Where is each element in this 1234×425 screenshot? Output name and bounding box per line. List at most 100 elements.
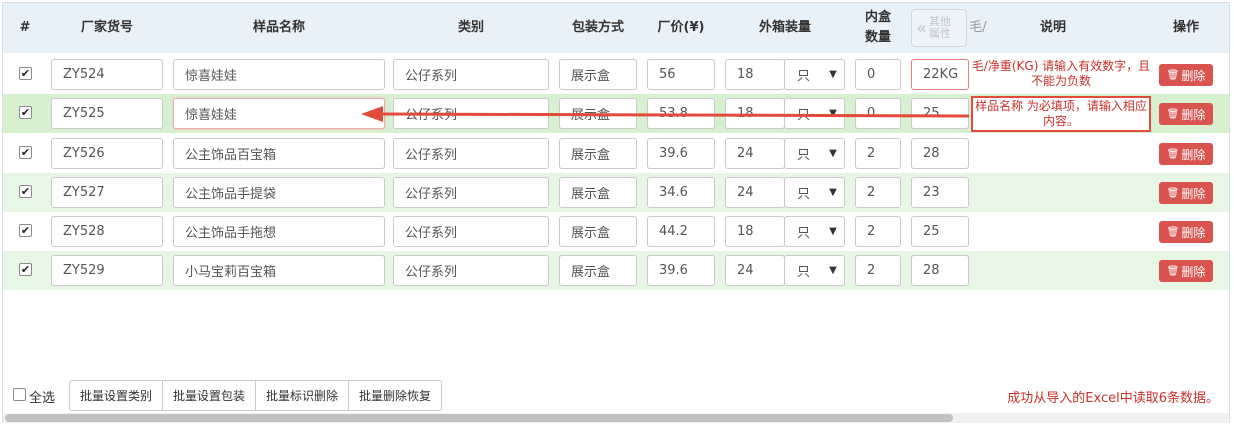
item-no-input[interactable]: ZY525	[51, 98, 163, 129]
inner-qty-input[interactable]: 2	[855, 138, 901, 169]
row-checkbox[interactable]: ✔	[19, 224, 32, 237]
batch-set-category-button[interactable]: 批量设置类别	[69, 380, 164, 411]
caret-down-icon: ▼	[829, 108, 837, 119]
delete-button[interactable]: 🗑 删除	[1159, 221, 1213, 243]
trash-icon: 🗑	[1166, 265, 1180, 277]
item-no-input[interactable]: ZY526	[51, 138, 163, 169]
weight-input[interactable]: 28	[911, 255, 969, 286]
item-no-input[interactable]: ZY524	[51, 59, 163, 90]
unit-select[interactable]: 只 ▼	[784, 216, 845, 247]
delete-label: 删除	[1181, 264, 1206, 279]
packaging-input[interactable]: 展示盒	[559, 177, 637, 208]
trash-icon: 🗑	[1166, 69, 1180, 81]
unit-select[interactable]: 只 ▼	[784, 138, 845, 169]
row-error-note: 样品名称 为必填项，请输入相应内容。	[971, 96, 1151, 132]
row-checkbox[interactable]: ✔	[19, 185, 32, 198]
name-input[interactable]: 公主饰品百宝箱	[173, 138, 385, 169]
carton-qty-input[interactable]: 18	[725, 98, 785, 129]
select-all-checkbox[interactable]	[13, 388, 26, 401]
category-input[interactable]: 公仔系列	[393, 177, 549, 208]
header-weight-cut: 毛/	[969, 20, 987, 35]
inner-qty-input[interactable]: 0	[855, 59, 901, 90]
header-note: 说明	[1039, 20, 1066, 35]
unit-value: 只	[797, 148, 811, 163]
header-item-no: 厂家货号	[80, 20, 133, 35]
unit-select[interactable]: 只 ▼	[784, 59, 845, 90]
weight-input[interactable]: 23	[911, 177, 969, 208]
name-input[interactable]: 公主饰品手提袋	[173, 177, 385, 208]
unit-value: 只	[797, 265, 811, 280]
delete-button[interactable]: 🗑 删除	[1159, 103, 1213, 125]
item-no-input[interactable]: ZY529	[51, 255, 163, 286]
carton-qty-input[interactable]: 24	[725, 177, 785, 208]
header-index: #	[19, 20, 31, 35]
header-action: 操作	[1172, 20, 1199, 35]
price-input[interactable]: 39.6	[647, 255, 715, 286]
delete-button[interactable]: 🗑 删除	[1159, 143, 1213, 165]
carton-qty-input[interactable]: 18	[725, 59, 785, 90]
unit-select[interactable]: 只 ▼	[784, 98, 845, 129]
category-input[interactable]: 公仔系列	[393, 59, 549, 90]
weight-input[interactable]: 25	[911, 216, 969, 247]
price-input[interactable]: 56	[647, 59, 715, 90]
carton-qty-input[interactable]: 24	[725, 255, 785, 286]
packaging-input[interactable]: 展示盒	[559, 138, 637, 169]
unit-select[interactable]: 只 ▼	[784, 177, 845, 208]
item-no-input[interactable]: ZY528	[51, 216, 163, 247]
table-footer: 全选 批量设置类别 批量设置包装 批量标识删除 批量删除恢复 成功从导入的Exc…	[3, 378, 1229, 412]
table-row: ✔ ZY525 惊喜娃娃 公仔系列 展示盒 53.8 18 只 ▼ 0 25 样品…	[3, 94, 1229, 133]
header-inner-qty: 内盒数量	[864, 10, 891, 45]
name-input[interactable]: 惊喜娃娃	[173, 98, 385, 129]
packaging-input[interactable]: 展示盒	[559, 59, 637, 90]
category-input[interactable]: 公仔系列	[393, 138, 549, 169]
delete-button[interactable]: 🗑 删除	[1159, 182, 1213, 204]
row-checkbox[interactable]: ✔	[19, 67, 32, 80]
row-checkbox[interactable]: ✔	[19, 263, 32, 276]
horizontal-scrollbar[interactable]	[3, 413, 1229, 423]
delete-button[interactable]: 🗑 删除	[1159, 260, 1213, 282]
trash-icon: 🗑	[1166, 108, 1180, 120]
item-no-input[interactable]: ZY527	[51, 177, 163, 208]
table-row: ✔ ZY528 公主饰品手拖想 公仔系列 展示盒 44.2 18 只 ▼ 2 25…	[3, 212, 1229, 251]
category-input[interactable]: 公仔系列	[393, 216, 549, 247]
inner-qty-input[interactable]: 2	[855, 255, 901, 286]
price-input[interactable]: 44.2	[647, 216, 715, 247]
carton-qty-input[interactable]: 24	[725, 138, 785, 169]
category-input[interactable]: 公仔系列	[393, 255, 549, 286]
more-columns-toggle[interactable]: « 其他属性	[911, 9, 967, 47]
unit-select[interactable]: 只 ▼	[784, 255, 845, 286]
packaging-input[interactable]: 展示盒	[559, 255, 637, 286]
caret-down-icon: ▼	[829, 148, 837, 159]
name-input[interactable]: 公主饰品手拖想	[173, 216, 385, 247]
name-input[interactable]: 惊喜娃娃	[173, 59, 385, 90]
batch-mark-delete-button[interactable]: 批量标识删除	[255, 380, 350, 411]
price-input[interactable]: 53.8	[647, 98, 715, 129]
delete-button[interactable]: 🗑 删除	[1159, 64, 1213, 86]
delete-label: 删除	[1181, 225, 1206, 240]
name-input[interactable]: 小马宝莉百宝箱	[173, 255, 385, 286]
scrollbar-thumb[interactable]	[5, 414, 953, 422]
unit-value: 只	[797, 226, 811, 241]
row-checkbox[interactable]: ✔	[19, 106, 32, 119]
batch-set-packaging-button[interactable]: 批量设置包装	[162, 380, 257, 411]
inner-qty-input[interactable]: 0	[855, 98, 901, 129]
batch-restore-button[interactable]: 批量删除恢复	[348, 380, 443, 411]
category-input[interactable]: 公仔系列	[393, 98, 549, 129]
weight-input[interactable]: 22KG	[911, 59, 969, 90]
more-props-label: 其他属性	[929, 15, 952, 40]
price-input[interactable]: 39.6	[647, 138, 715, 169]
packaging-input[interactable]: 展示盒	[559, 216, 637, 247]
table-row: ✔ ZY524 惊喜娃娃 公仔系列 展示盒 56 18 只 ▼ 0 22KG 毛/…	[3, 55, 1229, 94]
weight-input[interactable]: 28	[911, 138, 969, 169]
packaging-input[interactable]: 展示盒	[559, 98, 637, 129]
row-checkbox[interactable]: ✔	[19, 146, 32, 159]
delete-label: 删除	[1181, 147, 1206, 162]
table-header: # 厂家货号 样品名称 类别 包装方式 厂价(¥) 外箱装量 内盒数量 « 其他…	[3, 3, 1229, 53]
weight-input[interactable]: 25	[911, 98, 969, 129]
price-input[interactable]: 34.6	[647, 177, 715, 208]
carton-qty-input[interactable]: 18	[725, 216, 785, 247]
table-row: ✔ ZY526 公主饰品百宝箱 公仔系列 展示盒 39.6 24 只 ▼ 2 28…	[3, 134, 1229, 173]
inner-qty-input[interactable]: 2	[855, 216, 901, 247]
inner-qty-input[interactable]: 2	[855, 177, 901, 208]
caret-down-icon: ▼	[829, 226, 837, 237]
